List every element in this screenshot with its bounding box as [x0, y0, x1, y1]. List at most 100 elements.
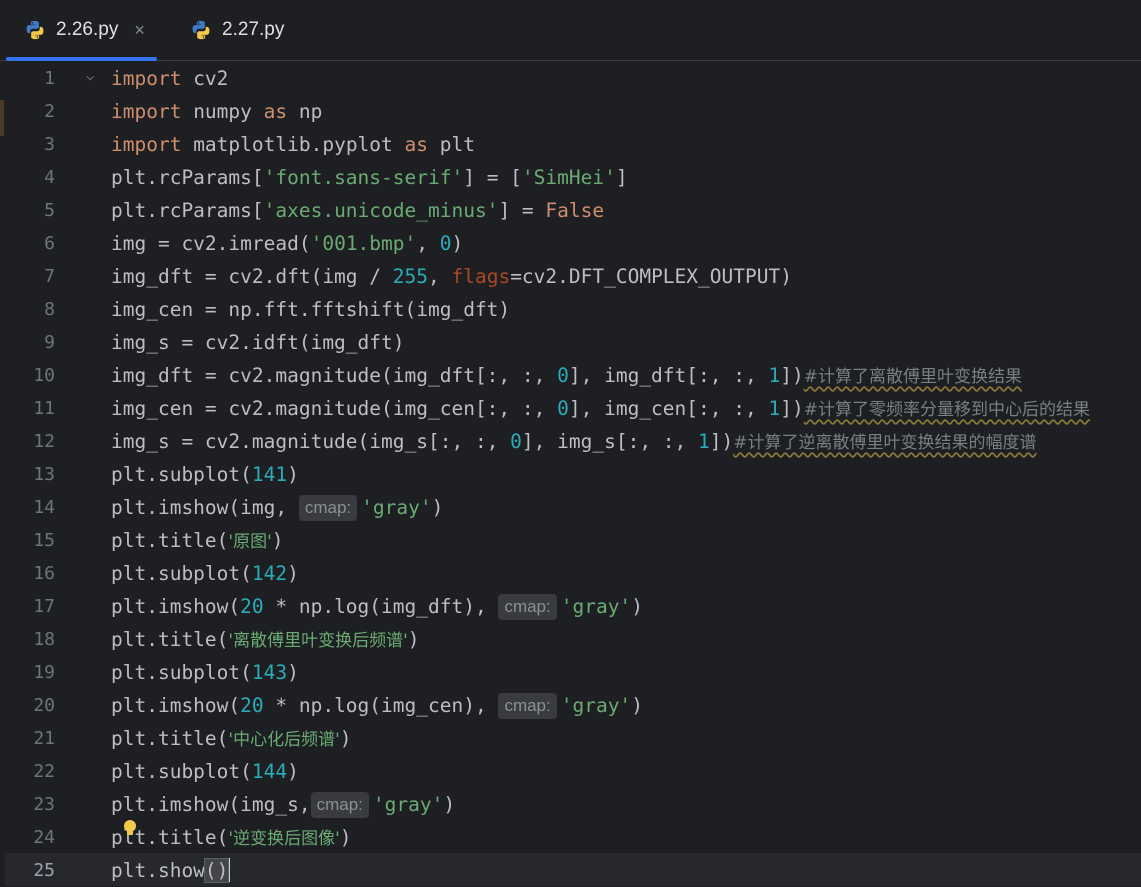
code-token: matplotlib.pyplot: [181, 133, 405, 156]
code-line[interactable]: import cv2: [111, 62, 228, 95]
line-number: 11: [33, 398, 55, 419]
line-number: 14: [33, 497, 55, 518]
line-number: 13: [33, 464, 55, 485]
inlay-parameter-hint: cmap:: [310, 792, 369, 818]
code-token: ): [631, 694, 643, 717]
code-line[interactable]: plt.title('逆变换后图像'): [111, 821, 352, 854]
code-token: ): [271, 529, 284, 552]
code-token: ] =: [498, 199, 546, 222]
change-marker: [0, 100, 4, 136]
line-number: 23: [33, 794, 55, 815]
editor-tab-bar: 2.26.py × 2.27.py: [0, 0, 1141, 61]
close-icon[interactable]: ×: [134, 20, 145, 41]
code-token: 142: [251, 562, 288, 585]
code-token: ], img_s[:, :,: [521, 430, 699, 453]
code-token: ): [339, 727, 352, 750]
code-token: ): [287, 760, 299, 783]
code-token: ): [431, 496, 444, 519]
line-number: 25: [33, 860, 55, 881]
line-number: 8: [44, 299, 55, 320]
code-token: plt.subplot(: [111, 661, 252, 684]
code-line[interactable]: img = cv2.imread('001.bmp', 0): [111, 227, 463, 260]
line-number: 12: [33, 431, 55, 452]
code-line[interactable]: import matplotlib.pyplot as plt: [111, 128, 475, 161]
code-line[interactable]: plt.subplot(142): [111, 557, 299, 590]
code-line[interactable]: img_dft = cv2.dft(img / 255, flags=cv2.D…: [111, 260, 792, 293]
code-token: plt.title(: [111, 628, 229, 651]
code-token: '原图': [228, 532, 272, 552]
code-token: ): [287, 562, 299, 585]
code-token: 0: [557, 397, 569, 420]
code-line[interactable]: img_s = cv2.idft(img_dft): [111, 326, 405, 359]
code-line[interactable]: img_cen = np.fft.fftshift(img_dft): [111, 293, 510, 326]
line-number: 18: [33, 629, 55, 650]
code-token: ): [339, 826, 352, 849]
code-token: img_cen = cv2.magnitude(img_cen[:, :,: [111, 397, 558, 420]
code-token: plt.subplot(: [111, 760, 252, 783]
code-token: 'gray': [560, 595, 632, 618]
code-token: 'font.sans-serif': [263, 166, 464, 189]
code-token: '001.bmp': [310, 232, 417, 255]
code-line[interactable]: plt.subplot(144): [111, 755, 299, 788]
code-line[interactable]: import numpy as np: [111, 95, 322, 128]
code-line[interactable]: plt.show(): [111, 854, 231, 887]
line-number: 4: [44, 167, 55, 188]
code-token: * np.log(img_cen),: [263, 694, 499, 717]
code-token: img_s = cv2.idft(img_dft): [111, 331, 405, 354]
lightbulb-icon[interactable]: [122, 819, 138, 837]
code-line[interactable]: plt.imshow(img, cmap:'gray'): [111, 491, 443, 524]
tab-label: 2.26.py: [56, 19, 119, 40]
code-line[interactable]: img_dft = cv2.magnitude(img_dft[:, :, 0]…: [111, 359, 1022, 392]
code-line[interactable]: plt.rcParams['font.sans-serif'] = ['SimH…: [111, 161, 628, 194]
tab-2-26-py[interactable]: 2.26.py ×: [6, 0, 157, 61]
code-line[interactable]: plt.subplot(141): [111, 458, 299, 491]
code-token: img = cv2.imread(: [111, 232, 311, 255]
code-token: 0: [439, 232, 452, 255]
code-token: plt.subplot(: [111, 562, 252, 585]
code-token: False: [545, 199, 605, 222]
code-token: plt.show: [111, 859, 205, 882]
code-token: ]): [780, 364, 804, 387]
inlay-parameter-hint: cmap:: [298, 495, 358, 521]
code-line[interactable]: plt.imshow(img_s, cmap:'gray'): [111, 788, 455, 821]
code-token: plt.imshow(: [111, 694, 241, 717]
code-line[interactable]: plt.title('原图'): [111, 524, 284, 557]
line-number: 2: [44, 101, 55, 122]
tab-2-27-py[interactable]: 2.27.py: [190, 0, 284, 60]
code-token: img_dft = cv2.magnitude(img_dft[:, :,: [111, 364, 558, 387]
line-number: 1: [44, 68, 55, 89]
code-line[interactable]: img_s = cv2.magnitude(img_s[:, :, 0], im…: [111, 425, 1037, 458]
code-line[interactable]: plt.imshow(20 * np.log(img_cen), cmap:'g…: [111, 689, 643, 722]
code-token: plt.rcParams[: [111, 166, 264, 189]
code-comment: #计算了逆离散傅里叶变换结果的幅度谱: [733, 433, 1037, 453]
code-token: np: [287, 100, 323, 123]
code-editor[interactable]: import cv2 import numpy as np import matpl…: [111, 61, 1141, 887]
code-line[interactable]: plt.title('离散傅里叶变换后频谱'): [111, 623, 420, 656]
code-line[interactable]: plt.imshow(20 * np.log(img_dft), cmap:'g…: [111, 590, 643, 623]
code-line[interactable]: plt.subplot(143): [111, 656, 299, 689]
code-token: import: [111, 100, 182, 123]
code-token: plt.title(: [111, 529, 229, 552]
code-comment: #计算了离散傅里叶变换结果: [803, 367, 1022, 387]
code-token: ): [443, 793, 456, 816]
code-token: 0: [557, 364, 569, 387]
line-number: 17: [33, 596, 55, 617]
code-token: 'axes.unicode_minus': [263, 199, 499, 222]
code-line[interactable]: plt.title('中心化后频谱'): [111, 722, 352, 755]
code-line[interactable]: plt.rcParams['axes.unicode_minus'] = Fal…: [111, 194, 604, 227]
tab-label: 2.27.py: [222, 19, 285, 40]
code-line[interactable]: img_cen = cv2.magnitude(img_cen[:, :, 0]…: [111, 392, 1090, 425]
code-token: 'gray': [560, 694, 632, 717]
code-token: ): [451, 232, 464, 255]
code-token: img_s = cv2.magnitude(img_s[:, :,: [111, 430, 511, 453]
line-number: 9: [44, 332, 55, 353]
line-number: 20: [33, 695, 55, 716]
code-token: ] = [: [463, 166, 522, 189]
code-token: cv2: [181, 67, 229, 90]
code-token: 1: [698, 430, 710, 453]
python-icon: [26, 20, 44, 40]
code-token: numpy: [181, 100, 264, 123]
chevron-down-icon[interactable]: ⌵: [86, 68, 94, 84]
code-token: ): [407, 628, 420, 651]
line-number: 6: [44, 233, 55, 254]
